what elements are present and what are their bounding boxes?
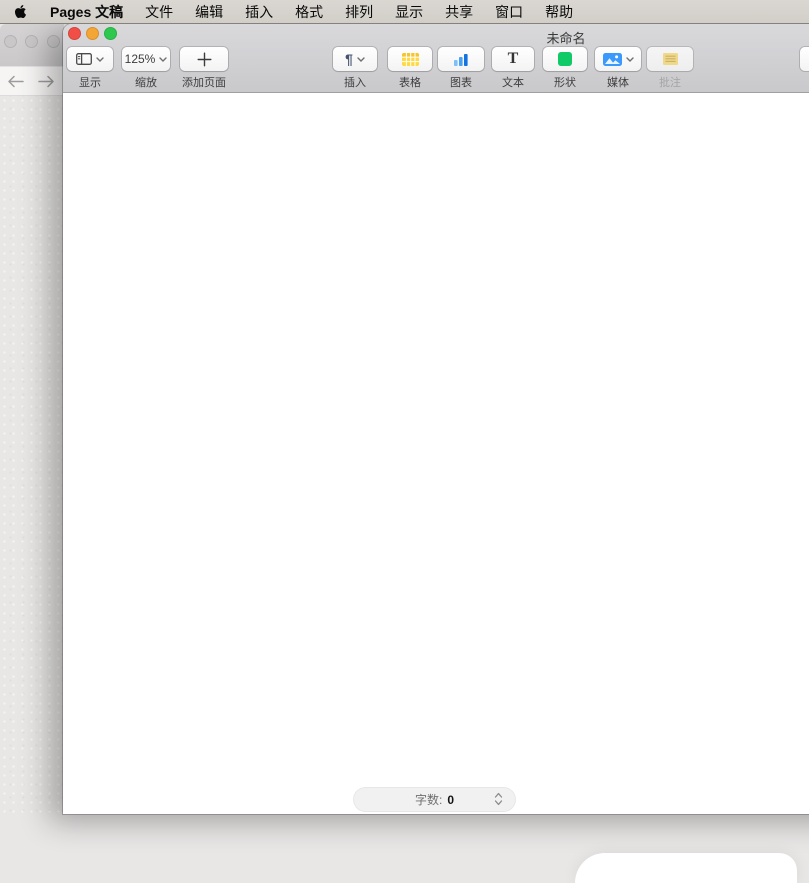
- comment-icon: [663, 53, 678, 65]
- text-icon: T: [508, 51, 519, 67]
- chevron-down-icon: [626, 57, 634, 62]
- partial-toolbar-button[interactable]: [800, 47, 809, 71]
- insert-button-label: 插入: [333, 74, 377, 90]
- inactive-close-button[interactable]: [4, 35, 17, 48]
- view-panes-icon: [76, 53, 92, 65]
- menu-view[interactable]: 显示: [384, 2, 434, 22]
- menu-window[interactable]: 窗口: [484, 2, 534, 22]
- arrow-left-icon[interactable]: [7, 75, 24, 88]
- zoom-button[interactable]: 125% 缩放: [122, 47, 170, 90]
- up-down-chevrons-icon: [494, 792, 503, 806]
- table-button[interactable]: 表格: [388, 47, 432, 90]
- shape-button[interactable]: 形状: [543, 47, 587, 90]
- text-button-label: 文本: [492, 74, 534, 90]
- text-button[interactable]: T 文本: [492, 47, 534, 90]
- window-toolbar: 未命名 显示 125% 缩放: [63, 24, 809, 93]
- apple-icon: [14, 4, 27, 19]
- comment-button-label: 批注: [647, 74, 693, 90]
- document-canvas[interactable]: [63, 93, 809, 814]
- word-count-value: 0: [447, 793, 454, 807]
- menu-arrange[interactable]: 排列: [334, 2, 384, 22]
- window-title: 未命名: [546, 28, 585, 47]
- chart-button-label: 图表: [438, 74, 484, 90]
- zoom-button-label: 缩放: [122, 74, 170, 90]
- media-button-label: 媒体: [595, 74, 641, 90]
- inactive-minimize-button[interactable]: [25, 35, 38, 48]
- plus-icon: [197, 52, 212, 67]
- zoom-value: 125%: [125, 52, 156, 66]
- word-count-stepper[interactable]: [494, 792, 503, 809]
- background-window: [0, 24, 64, 814]
- background-window-toolbar: [0, 66, 64, 96]
- menu-edit[interactable]: 编辑: [184, 2, 234, 22]
- inactive-zoom-button[interactable]: [47, 35, 60, 48]
- menu-bar: Pages 文稿 文件 编辑 插入 格式 排列 显示 共享 窗口 帮助: [0, 0, 809, 24]
- background-window-content: [0, 96, 64, 814]
- media-icon: [603, 53, 622, 66]
- pages-window: 未命名 显示 125% 缩放: [63, 24, 809, 814]
- table-icon: [402, 53, 419, 66]
- menu-format[interactable]: 格式: [284, 2, 334, 22]
- menu-app-name[interactable]: Pages 文稿: [39, 2, 134, 22]
- menu-help[interactable]: 帮助: [534, 2, 584, 22]
- view-button[interactable]: 显示: [67, 47, 113, 90]
- view-button-label: 显示: [67, 74, 113, 90]
- pilcrow-icon: ¶: [345, 52, 353, 66]
- chevron-down-icon: [357, 57, 365, 62]
- minimize-button[interactable]: [86, 27, 99, 40]
- table-button-label: 表格: [388, 74, 432, 90]
- media-button[interactable]: 媒体: [595, 47, 641, 90]
- apple-menu[interactable]: [0, 4, 39, 19]
- menu-share[interactable]: 共享: [434, 2, 484, 22]
- arrow-right-icon[interactable]: [38, 75, 55, 88]
- bottom-right-sheet-corner: [575, 853, 797, 883]
- shape-icon: [558, 52, 572, 66]
- add-page-button-label: 添加页面: [180, 74, 228, 90]
- chevron-down-icon: [96, 57, 104, 62]
- chart-icon: [453, 53, 469, 66]
- zoom-window-button[interactable]: [104, 27, 117, 40]
- background-window-titlebar: [0, 24, 64, 66]
- chevron-down-icon: [159, 57, 167, 62]
- word-count-pill[interactable]: 字数: 0: [353, 787, 516, 812]
- add-page-button[interactable]: 添加页面: [180, 47, 228, 90]
- menu-file[interactable]: 文件: [134, 2, 184, 22]
- close-button[interactable]: [68, 27, 81, 40]
- chart-button[interactable]: 图表: [438, 47, 484, 90]
- shape-button-label: 形状: [543, 74, 587, 90]
- comment-button: 批注: [647, 47, 693, 90]
- insert-button[interactable]: ¶ 插入: [333, 47, 377, 90]
- word-count-label: 字数:: [415, 791, 442, 808]
- menu-insert[interactable]: 插入: [234, 2, 284, 22]
